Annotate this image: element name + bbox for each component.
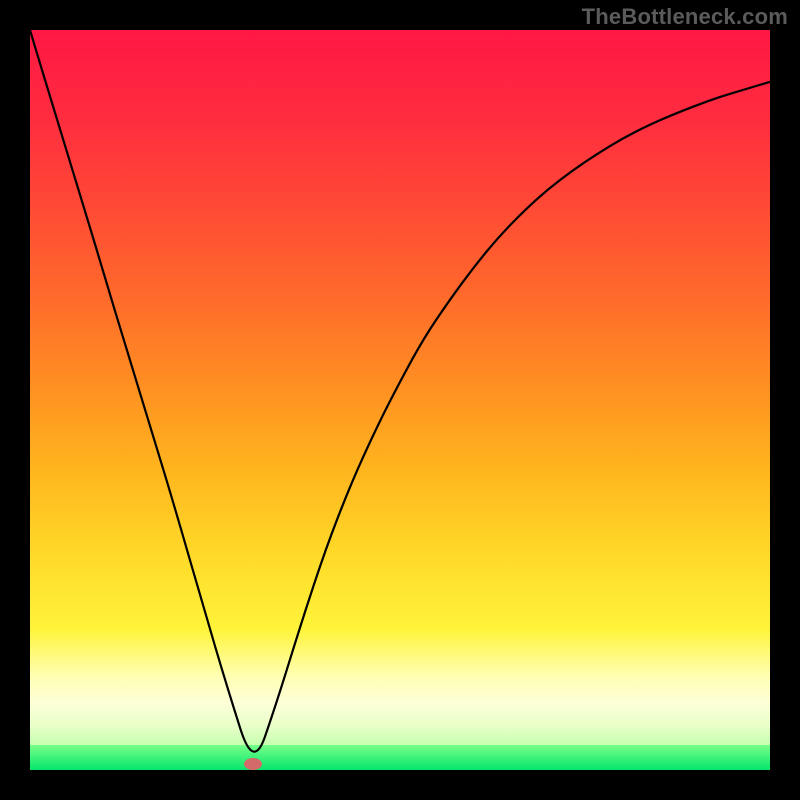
plot-area [30,30,770,770]
watermark-text: TheBottleneck.com [582,4,788,30]
bottleneck-curve [30,30,770,770]
minimum-marker [244,758,262,770]
page-root: TheBottleneck.com [0,0,800,800]
